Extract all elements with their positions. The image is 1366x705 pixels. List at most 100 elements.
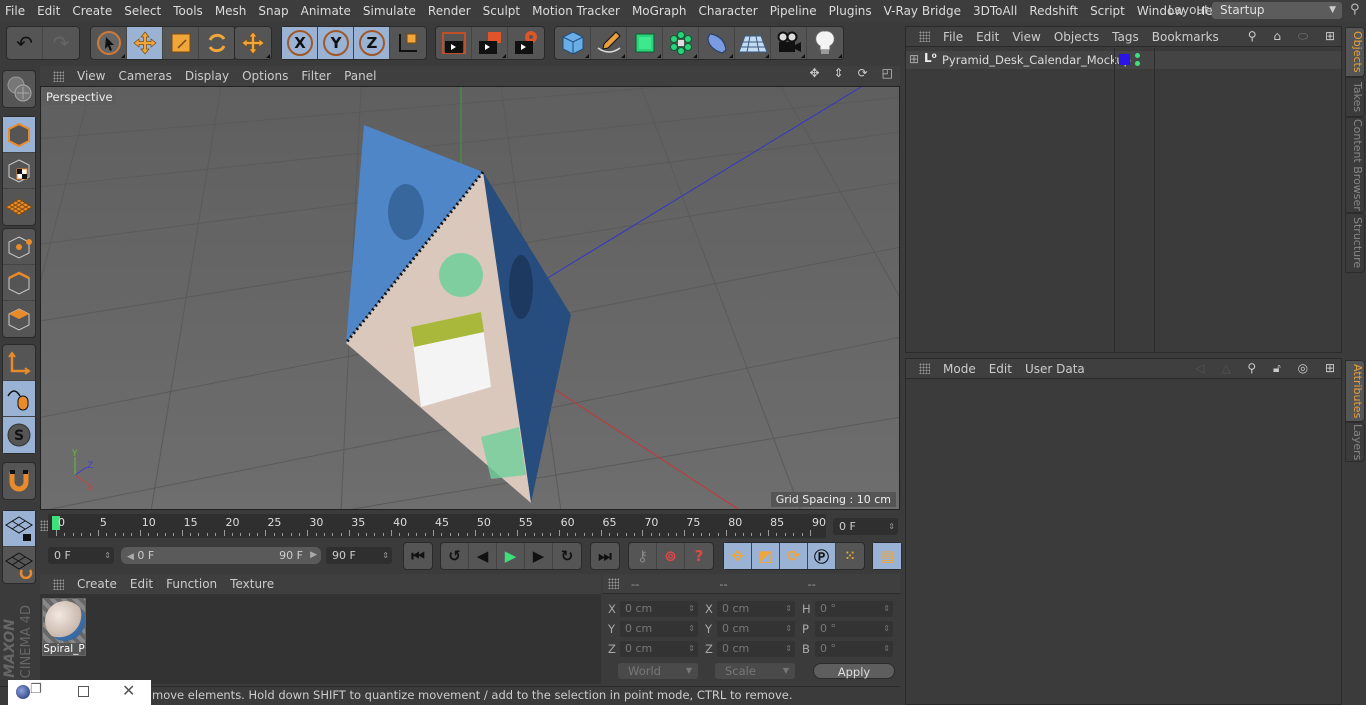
timeline-window-button[interactable]: ▤ [873, 543, 901, 569]
pan-icon[interactable]: ✥ [809, 66, 820, 80]
material-swatch[interactable]: Spiral_P [42, 598, 86, 656]
tab-structure[interactable]: Structure [1345, 213, 1365, 273]
current-frame-field[interactable]: 0 F ⇕ [833, 518, 898, 535]
panel-grip[interactable] [53, 70, 64, 82]
search-icon[interactable]: ⚲ [1247, 361, 1256, 375]
points-mode-button[interactable] [3, 229, 35, 265]
menu-3dtoall[interactable]: 3DToAll [968, 4, 1024, 18]
close-icon[interactable]: ✕ [122, 681, 135, 700]
live-selection-button[interactable] [91, 27, 127, 59]
next-frame-button[interactable]: ▶ [525, 543, 553, 569]
cube-button[interactable] [555, 27, 591, 59]
menu-simulate[interactable]: Simulate [358, 4, 423, 18]
object-menu-tags[interactable]: Tags [1112, 30, 1139, 44]
material-menu-function[interactable]: Function [166, 577, 217, 591]
spinner-icon[interactable]: ⇕ [785, 601, 792, 617]
spinner-icon[interactable]: ⇕ [888, 518, 895, 535]
menu-select[interactable]: Select [119, 4, 168, 18]
x-axis-lock-button[interactable]: X [282, 27, 318, 59]
spinner-icon[interactable]: ⇕ [883, 601, 890, 617]
tab-content-browser[interactable]: Content Browser [1345, 117, 1365, 213]
restore-icon[interactable]: ❐ [30, 682, 42, 697]
new-window-icon[interactable]: ⊞ [1325, 361, 1335, 375]
menu-edit[interactable]: Edit [32, 4, 67, 18]
end-frame-field[interactable]: 90 F ⇕ [326, 547, 392, 564]
magnet-button[interactable] [3, 463, 35, 499]
eye-icon[interactable]: ⬭ [1298, 29, 1308, 43]
key-position-button[interactable]: ✥ [724, 543, 752, 569]
coordinate-system-button[interactable] [390, 27, 426, 59]
orbit-icon[interactable]: ⟳ [858, 66, 869, 80]
new-window-icon[interactable]: ⊞ [1325, 29, 1335, 43]
object-tree-row[interactable]: ⊞ L⁰ Pyramid_Desk_Calendar_Mockup [906, 51, 1341, 69]
spinner-icon[interactable]: ⇕ [883, 621, 890, 637]
material-menu-edit[interactable]: Edit [130, 577, 153, 591]
start-frame-field[interactable]: 0 F ⇕ [48, 547, 114, 564]
menu-motion-tracker[interactable]: Motion Tracker [527, 4, 627, 18]
back-arrow-icon[interactable]: ◁ [1195, 361, 1204, 375]
spinner-icon[interactable]: ⇕ [785, 621, 792, 637]
size-x-field[interactable]: 0 cm ⇕ [717, 601, 795, 617]
spinner-icon[interactable]: ⇕ [688, 641, 695, 657]
menu-tools[interactable]: Tools [168, 4, 210, 18]
maximize-view-icon[interactable]: ◰ [882, 66, 894, 80]
menu-mesh[interactable]: Mesh [210, 4, 254, 18]
range-right-arrow-icon[interactable]: ▶ [310, 547, 317, 564]
attribute-menu-mode[interactable]: Mode [943, 362, 976, 376]
maximize-icon[interactable] [78, 686, 89, 697]
render-to-picture-viewer-button[interactable] [472, 27, 508, 59]
spinner-icon[interactable]: ⇕ [104, 547, 111, 564]
move-button[interactable] [127, 27, 163, 59]
attribute-menu-user-data[interactable]: User Data [1025, 362, 1085, 376]
prev-frame-button[interactable]: ◀ [469, 543, 497, 569]
3d-viewport[interactable]: Perspective Grid Spacing : 10 cm Y Z X [40, 86, 900, 510]
next-key-button[interactable]: ↻ [553, 543, 581, 569]
viewport-menu-filter[interactable]: Filter [301, 69, 331, 83]
axis-mode-button[interactable] [3, 345, 35, 381]
spinner-icon[interactable]: ⇕ [785, 641, 792, 657]
key-pla-button[interactable]: ⁙ [836, 543, 864, 569]
polygons-mode-button[interactable] [3, 301, 35, 337]
pen-button[interactable] [591, 27, 627, 59]
record-button[interactable]: ⊚ [657, 543, 685, 569]
goto-start-button[interactable]: ⏮ [404, 543, 432, 569]
snap-button[interactable]: S [3, 417, 35, 453]
target-icon[interactable]: ◎ [1298, 361, 1308, 375]
menu-vray-bridge[interactable]: V-Ray Bridge [879, 4, 968, 18]
rot-p-field[interactable]: 0 ° ⇕ [815, 621, 893, 637]
object-menu-bookmarks[interactable]: Bookmarks [1152, 30, 1219, 44]
motion-path-button[interactable]: ⚷ [629, 543, 657, 569]
edges-mode-button[interactable] [3, 265, 35, 301]
pos-y-field[interactable]: 0 cm ⇕ [620, 621, 698, 637]
workplane-mode-button[interactable] [3, 189, 35, 225]
viewport-menu-options[interactable]: Options [242, 69, 288, 83]
key-scale-button[interactable]: ◩ [752, 543, 780, 569]
object-menu-file[interactable]: File [943, 30, 963, 44]
viewport-menu-panel[interactable]: Panel [344, 69, 376, 83]
editor-visibility-dot[interactable] [1135, 53, 1140, 58]
recent-tools-button[interactable] [235, 27, 271, 59]
size-y-field[interactable]: 0 cm ⇕ [717, 621, 795, 637]
viewport-menu-view[interactable]: View [77, 69, 105, 83]
panel-grip[interactable] [53, 578, 64, 590]
menu-render[interactable]: Render [423, 4, 478, 18]
coordinate-mode-dropdown[interactable]: World ▼ [618, 663, 698, 679]
spinner-icon[interactable]: ⇕ [883, 641, 890, 657]
lock-icon[interactable]: 🔓︎ [1273, 361, 1281, 375]
key-parameter-button[interactable]: Ⓟ [808, 543, 836, 569]
object-menu-objects[interactable]: Objects [1054, 30, 1099, 44]
panel-grip[interactable] [919, 31, 930, 42]
prev-key-button[interactable]: ↺ [441, 543, 469, 569]
menu-file[interactable]: File [0, 4, 32, 18]
viewport-menu-display[interactable]: Display [185, 69, 229, 83]
render-view-button[interactable] [436, 27, 472, 59]
object-menu-edit[interactable]: Edit [976, 30, 999, 44]
autokey-button[interactable]: ? [685, 543, 713, 569]
menu-pipeline[interactable]: Pipeline [765, 4, 824, 18]
make-editable-button[interactable] [3, 71, 35, 107]
key-rotation-button[interactable]: ⟳ [780, 543, 808, 569]
object-name[interactable]: Pyramid_Desk_Calendar_Mockup [942, 53, 1131, 67]
menu-character[interactable]: Character [693, 4, 764, 18]
y-axis-lock-button[interactable]: Y [318, 27, 354, 59]
render-visibility-dot[interactable] [1135, 61, 1140, 66]
